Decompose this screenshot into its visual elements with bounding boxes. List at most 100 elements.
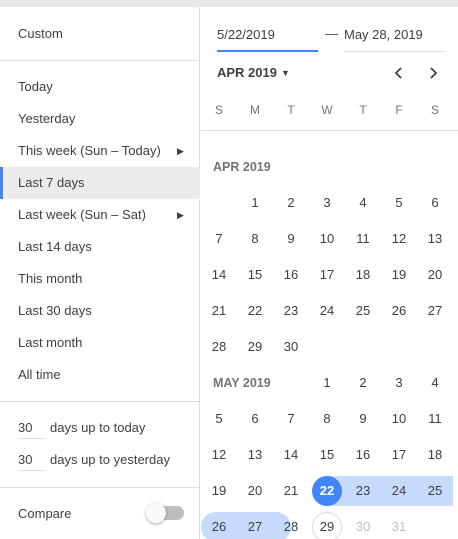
preset-option[interactable]: Last 14 days [0,231,200,263]
calendar-day[interactable]: 15 [237,259,273,291]
calendar-day[interactable]: 14 [201,259,237,291]
calendar-day[interactable]: 15 [309,439,345,471]
calendar-day-number: 18 [355,267,371,282]
calendar-day-number: 8 [323,411,331,426]
calendar-day-number: 30 [283,339,299,354]
preset-option[interactable]: All time [0,359,200,391]
calendar-day[interactable]: 18 [345,259,381,291]
end-date-input[interactable]: May 28, 2019 [344,26,445,52]
calendar-day[interactable]: 29 [237,331,273,363]
month-select[interactable]: APR 2019 ▼ [217,65,290,80]
calendar-day[interactable]: 3 [309,187,345,219]
calendar-day[interactable]: 25 [345,295,381,327]
calendar-day-number: 5 [395,195,403,210]
weekday-label: T [359,103,367,117]
calendar-day[interactable]: 30 [273,331,309,363]
calendar-day-number: 24 [391,483,407,498]
calendar-day[interactable]: 27 [237,511,273,539]
calendar-day[interactable]: 4 [417,367,453,399]
calendar-day-number: 10 [319,231,335,246]
preset-option[interactable]: Yesterday [0,103,200,135]
calendar-day[interactable]: 20 [417,259,453,291]
caret-down-icon: ▼ [280,68,290,78]
calendar-day[interactable]: 11 [417,403,453,435]
calendar-day[interactable]: 19 [381,259,417,291]
calendar-day[interactable]: 7 [273,403,309,435]
calendar-day-number: 16 [283,267,299,282]
calendar-day[interactable]: 5 [381,187,417,219]
calendar-day[interactable]: 12 [201,439,237,471]
calendar-day[interactable]: 26 [201,511,237,539]
calendar-day[interactable]: 24 [309,295,345,327]
calendar-day[interactable]: 1 [237,187,273,219]
preset-option[interactable]: Last 30 days [0,295,200,327]
today-day[interactable]: 29 [309,511,345,539]
calendar-day[interactable]: 11 [345,223,381,255]
days-up-to-yesterday-input[interactable]: 30 [18,449,46,471]
preset-option-label: Last month [18,335,83,350]
days-up-to-today-input[interactable]: 30 [18,417,46,439]
chevron-right-icon [430,67,438,79]
calendar-day[interactable]: 24 [381,475,417,507]
calendar-day[interactable]: 23 [345,475,381,507]
calendar-day[interactable]: 27 [417,295,453,327]
weekday-label: T [287,103,295,117]
preset-option[interactable]: This week (Sun – Today) ▶ [0,135,200,167]
calendar-day[interactable]: 25 [417,475,453,507]
calendar-day-number: 23 [283,303,299,318]
calendar-day[interactable]: 6 [237,403,273,435]
calendar-day[interactable]: 3 [381,367,417,399]
toggle-knob[interactable] [146,503,166,523]
calendar-day[interactable]: 8 [237,223,273,255]
calendar-day[interactable]: 2 [273,187,309,219]
divider [0,60,200,61]
calendar-day[interactable]: 13 [237,439,273,471]
calendar-day[interactable]: 23 [273,295,309,327]
custom-option[interactable]: Custom [18,26,63,41]
calendar-day[interactable]: 5 [201,403,237,435]
calendar-day[interactable]: 17 [309,259,345,291]
calendar-day[interactable]: 8 [309,403,345,435]
preset-option[interactable]: This month [0,263,200,295]
prev-month-button[interactable] [387,61,411,85]
preset-option[interactable]: Last month [0,327,200,359]
calendar-day[interactable]: 1 [309,367,345,399]
weekday-label: M [250,103,260,117]
calendar-day[interactable]: 28 [201,331,237,363]
calendar-day[interactable]: 7 [201,223,237,255]
preset-option-label: This week (Sun – Today) [18,143,161,158]
calendar-day[interactable]: 19 [201,475,237,507]
range-start-day[interactable]: 22 [309,475,345,507]
calendar-day[interactable]: 21 [273,475,309,507]
calendar-day[interactable]: 26 [381,295,417,327]
compare-toggle[interactable] [146,503,184,523]
calendar-day[interactable]: 16 [273,259,309,291]
calendar-day[interactable]: 18 [417,439,453,471]
preset-option[interactable]: Today [0,71,200,103]
calendar-day[interactable]: 28 [273,511,309,539]
calendar-day[interactable]: 16 [345,439,381,471]
preset-option[interactable]: Last week (Sun – Sat) ▶ [0,199,200,231]
calendar-day[interactable]: 12 [381,223,417,255]
calendar-day[interactable]: 4 [345,187,381,219]
calendar-day[interactable]: 21 [201,295,237,327]
preset-option[interactable]: Last 7 days [0,167,200,199]
calendar-day[interactable]: 6 [417,187,453,219]
calendar-day[interactable]: 22 [237,295,273,327]
calendar-day[interactable]: 9 [345,403,381,435]
calendar-day-number: 13 [247,447,263,462]
start-date-input[interactable]: 5/22/2019 [217,26,318,52]
calendar-day[interactable]: 10 [309,223,345,255]
calendar-day[interactable]: 9 [273,223,309,255]
calendar-day-number: 17 [319,267,335,282]
calendar-day[interactable]: 14 [273,439,309,471]
calendar-day[interactable]: 13 [417,223,453,255]
preset-option-label: Last 30 days [18,303,92,318]
next-month-button[interactable] [421,61,445,85]
calendar-day[interactable]: 17 [381,439,417,471]
calendar-month-label: APR 2019 [213,160,271,174]
calendar-day[interactable]: 2 [345,367,381,399]
calendar-day[interactable]: 10 [381,403,417,435]
calendar-day[interactable]: 20 [237,475,273,507]
compare-label: Compare [18,506,72,521]
